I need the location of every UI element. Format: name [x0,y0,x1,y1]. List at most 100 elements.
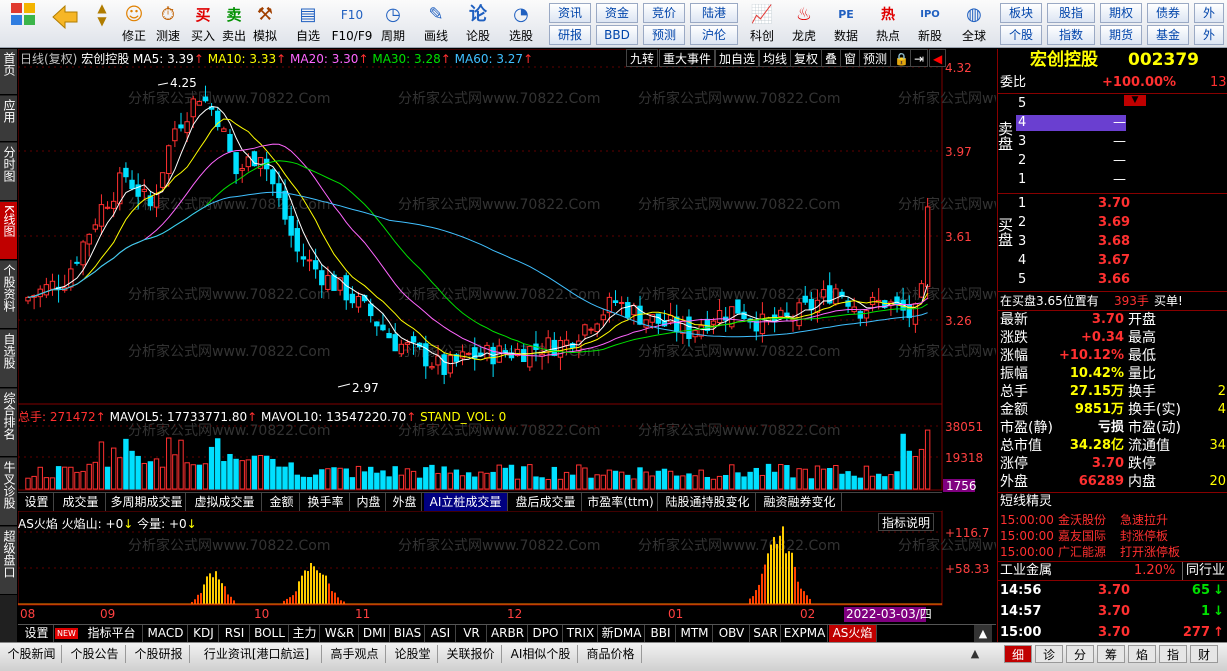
tab-scroll-icon[interactable]: ▲ [974,625,992,643]
left-tab-ranking[interactable]: 综合排名 [0,389,17,457]
indicator-tab-2[interactable]: MACD [144,625,188,643]
quote-tab-1[interactable]: 诊 [1035,645,1063,663]
left-tab-super-level[interactable]: 超级盘口 [0,527,17,595]
sell-button[interactable]: 卖卖出 [219,2,249,46]
kline-svg[interactable]: 分析家公式网www.70822.Com 分析家公式网www.70822.Com 分析… [17,48,1100,624]
left-tab-apps[interactable]: 应用 [0,96,17,142]
indicator-tab-17[interactable]: MTM [677,625,713,643]
btn-major-events[interactable]: 重大事件 [659,49,716,67]
indicator-tab-15[interactable]: 新DMA [599,625,645,643]
bottom-tab-5[interactable]: 论股堂 [388,645,438,663]
sub-tab-4[interactable]: 金额 [264,493,300,511]
bottom-tab-2[interactable]: 个股研报 [128,645,190,663]
indicator-tab-18[interactable]: OBV [714,625,750,643]
sub-tab-12[interactable]: 融资融券变化 [758,493,842,511]
btn-restore-rights[interactable]: 复权 [790,49,823,67]
indicator-tab-20[interactable]: EXPMA [782,625,828,643]
grid-btn-hk[interactable]: 陆港 [690,3,738,23]
indicator-tab-12[interactable]: ARBR [488,625,528,643]
sub-tab-6[interactable]: 内盘 [352,493,386,511]
indicator-tab-9[interactable]: BIAS [391,625,425,643]
grid-btn-bbd[interactable]: BBD [596,25,638,45]
page-up-down-button[interactable]: ▲ ▼ [90,2,114,46]
indicator-tab-16[interactable]: BBI [646,625,676,643]
bottom-tab-8[interactable]: 商品价格 [580,645,642,663]
grid2-btn-bonds[interactable]: 债券 [1147,3,1189,23]
bottom-tab-4[interactable]: 高手观点 [324,645,386,663]
grid2-btn-sector[interactable]: 板块 [1000,3,1042,23]
quote-tab-4[interactable]: 焰 [1128,645,1156,663]
industry-row[interactable]: 工业金属 1.20% 同行业 [998,562,1227,580]
bottom-tab-0[interactable]: 个股新闻 [2,645,62,663]
stock-picker-button[interactable]: ◔ 选股 [503,2,539,46]
left-tab-home[interactable]: 首页 [0,49,17,95]
btn-overlay[interactable]: 叠 [821,49,842,67]
grid2-btn-stock[interactable]: 个股 [1000,25,1042,45]
quote-tab-5[interactable]: 指 [1159,645,1187,663]
sub-tab-0[interactable]: 设置 [20,493,54,511]
indicator-tab-5[interactable]: BOLL [251,625,289,643]
discuss-button[interactable]: 论论股 [462,2,494,46]
indicator-help-button[interactable]: 指标说明 [878,513,935,531]
star-market-button[interactable]: 📈 科创 [744,2,780,46]
indicator-tab-6[interactable]: 主力 [290,625,320,643]
bottom-tab-3[interactable]: 行业资讯[港口航运] [192,645,322,663]
left-tab-kline[interactable]: K线图 [0,202,17,260]
sub-tab-3[interactable]: 虚拟成交量 [188,493,262,511]
global-button[interactable]: ◍ 全球 [956,2,992,46]
indicator-tab-14[interactable]: TRIX [564,625,598,643]
indicator-tab-7[interactable]: W&R [321,625,359,643]
left-tab-profile[interactable]: 个股资料 [0,261,17,329]
sub-tab-8[interactable]: AI立桩成交量 [424,493,508,511]
grid2-btn-futures[interactable]: 期货 [1100,25,1142,45]
left-tab-diagnosis[interactable]: 牛叉诊股 [0,458,17,526]
ipo-button[interactable]: IPO 新股 [912,2,948,46]
back-button[interactable] [48,2,82,46]
draw-line-button[interactable]: ✎ 画线 [418,2,454,46]
quote-tab-2[interactable]: 分 [1066,645,1094,663]
bottom-tab-6[interactable]: 关联报价 [440,645,502,663]
indicator-tab-8[interactable]: DMI [360,625,390,643]
sub-tab-9[interactable]: 盘后成交量 [510,493,582,511]
f10-button[interactable]: F10 F10/F9 [330,2,374,46]
sub-tab-2[interactable]: 多周期成交量 [108,493,186,511]
indicator-tab-4[interactable]: RSI [220,625,250,643]
grid2-btn-foreign-1[interactable]: 外 [1194,3,1224,23]
indicator-tab-19[interactable]: SAR [751,625,781,643]
indicator-tab-21[interactable]: AS火焰 [829,625,877,643]
simulate-button[interactable]: ⚒ 模拟 [250,2,280,46]
indicator-tab-11[interactable]: VR [457,625,487,643]
speed-test-button[interactable]: ⏱ 测速 [152,2,184,46]
btn-add-watch[interactable]: 加自选 [715,49,760,67]
dragon-tiger-button[interactable]: ♨ 龙虎 [786,2,822,46]
data-button[interactable]: PE 数据 [828,2,864,46]
quote-tab-3[interactable]: 筹 [1097,645,1125,663]
bottom-tab-1[interactable]: 个股公告 [64,645,126,663]
buy-button[interactable]: 买买入 [188,2,218,46]
grid-btn-forecast[interactable]: 预测 [643,25,685,45]
bottom-tab-7[interactable]: AI相似个股 [504,645,578,663]
collapse-icon[interactable]: ◀ [929,49,947,67]
btn-window[interactable]: 窗 [840,49,861,67]
grid-btn-fund[interactable]: 资金 [596,3,638,23]
grid2-btn-foreign-2[interactable]: 外 [1194,25,1224,45]
quote-tab-6[interactable]: 财 [1190,645,1218,663]
grid2-btn-fund[interactable]: 基金 [1147,25,1189,45]
exit-icon[interactable]: ⇥ [910,49,929,67]
indicator-tab-13[interactable]: DPO [529,625,563,643]
sub-tab-1[interactable]: 成交量 [56,493,106,511]
indicator-tab-10[interactable]: ASI [426,625,456,643]
grid-btn-report[interactable]: 研报 [549,25,591,45]
period-button[interactable]: ◷ 周期 [375,2,411,46]
indicator-tab-3[interactable]: KDJ [189,625,219,643]
indicator-tab-0[interactable]: 设置 [20,625,54,643]
sub-tab-11[interactable]: 陆股通持股变化 [660,493,756,511]
bottom-up-arrow-icon[interactable]: ▲ [966,645,984,663]
sub-tab-5[interactable]: 换手率 [302,493,350,511]
left-tab-watchlist[interactable]: 自选股 [0,330,17,388]
indicator-tab-1[interactable]: 指标平台 [81,625,143,643]
sub-tab-10[interactable]: 市盈率(ttm) [584,493,658,511]
grid2-btn-index-fut[interactable]: 股指 [1047,3,1095,23]
news-item[interactable]: 15:00:00 广汇能源 打开涨停板 [998,543,1227,561]
grid-btn-auction[interactable]: 竞价 [643,3,685,23]
